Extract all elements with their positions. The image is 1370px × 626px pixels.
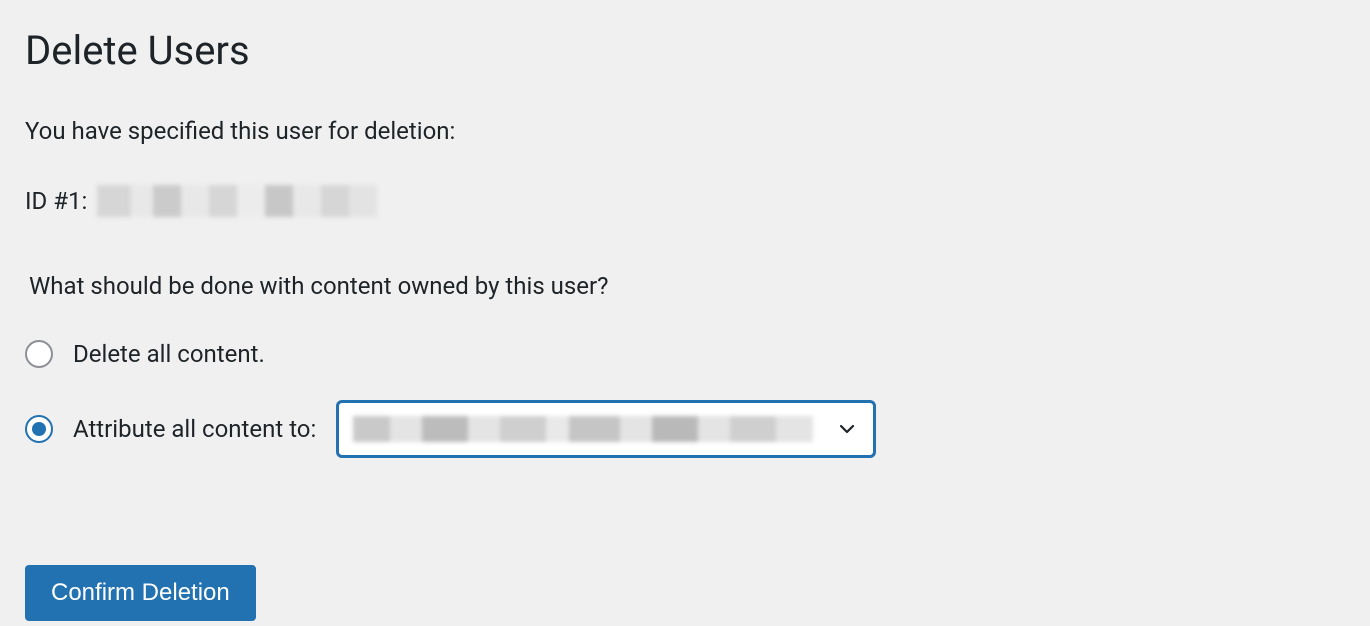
option-delete-all-row: Delete all content.	[25, 340, 1345, 368]
option-attribute-row: Attribute all content to:	[25, 400, 1345, 458]
attribute-user-select[interactable]	[336, 400, 876, 458]
label-delete-all[interactable]: Delete all content.	[73, 340, 265, 368]
page-title: Delete Users	[25, 25, 1345, 77]
attribute-user-select-value-redacted	[353, 416, 813, 442]
chevron-down-icon	[837, 419, 857, 439]
content-question-text: What should be done with content owned b…	[29, 272, 1345, 300]
user-id-line: ID #1:	[25, 185, 1345, 217]
confirm-deletion-button[interactable]: Confirm Deletion	[25, 565, 256, 621]
radio-delete-all[interactable]	[25, 340, 53, 368]
label-attribute-to[interactable]: Attribute all content to:	[73, 415, 316, 443]
user-name-redacted	[97, 185, 377, 217]
deletion-intro-text: You have specified this user for deletio…	[25, 117, 1345, 145]
radio-attribute-to[interactable]	[25, 415, 53, 443]
user-id-prefix: ID #1:	[25, 187, 87, 215]
